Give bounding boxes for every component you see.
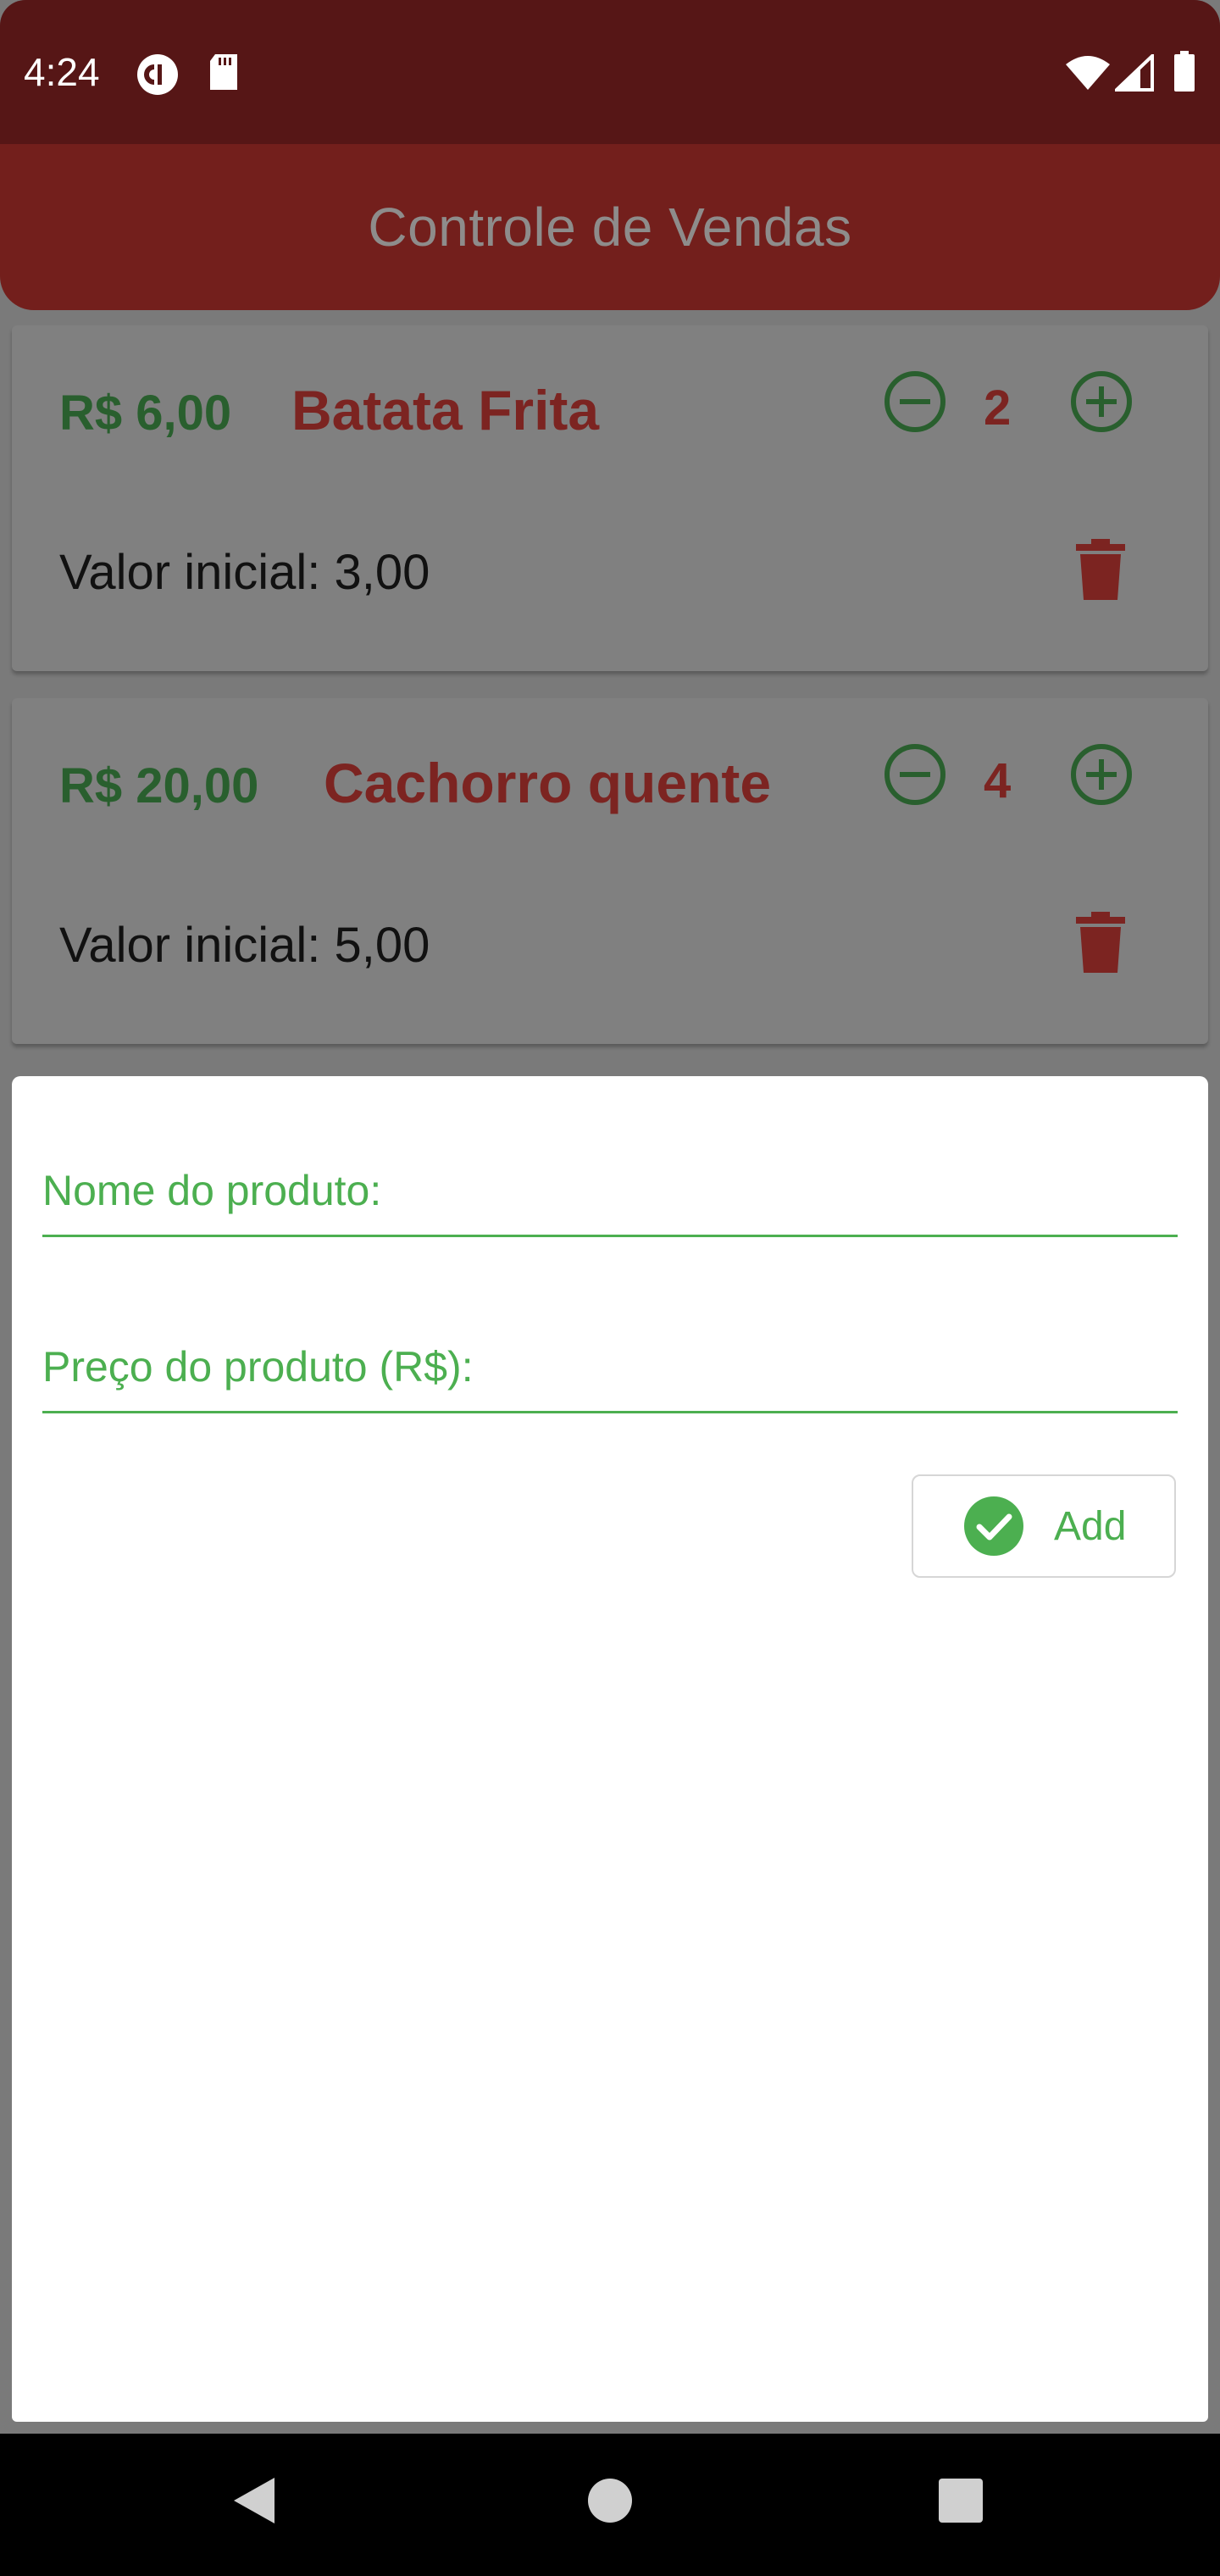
check-circle-icon xyxy=(964,1496,1023,1556)
page-title: Controle de Vendas xyxy=(368,197,852,258)
trash-icon xyxy=(1076,539,1125,600)
decrease-quantity-button[interactable] xyxy=(883,369,947,434)
product-card: R$ 20,00 Cachorro quente 4 Valor inicial… xyxy=(12,698,1208,1044)
item-name: Batata Frita xyxy=(291,379,600,441)
battery-icon xyxy=(1173,51,1196,96)
add-button-label: Add xyxy=(1054,1503,1127,1549)
sd-card-icon xyxy=(207,53,241,96)
increase-quantity-button[interactable] xyxy=(1069,742,1134,807)
item-initial-value: Valor inicial: 5,00 xyxy=(59,918,430,973)
product-price-underline xyxy=(42,1411,1178,1413)
decrease-quantity-button[interactable] xyxy=(883,742,947,807)
signal-icon xyxy=(1112,52,1154,96)
item-total-price: R$ 6,00 xyxy=(59,386,232,441)
product-price-label: Preço do produto (R$): xyxy=(42,1343,474,1391)
add-button[interactable]: Add xyxy=(912,1474,1176,1578)
recents-icon[interactable] xyxy=(937,2474,984,2531)
pocket-casts-icon xyxy=(136,53,180,101)
product-price-field[interactable]: Preço do produto (R$): xyxy=(42,1252,1178,1413)
app-bar: Controle de Vendas xyxy=(0,144,1220,310)
add-product-sheet: Nome do produto: Preço do produto (R$): … xyxy=(12,1076,1208,2422)
item-name: Cachorro quente xyxy=(324,752,772,814)
item-quantity: 4 xyxy=(984,753,1012,808)
product-name-field[interactable]: Nome do produto: xyxy=(42,1076,1178,1237)
product-card: R$ 6,00 Batata Frita 2 Valor inicial: 3,… xyxy=(12,325,1208,671)
status-bar: 4:24 xyxy=(0,0,1220,144)
product-name-underline xyxy=(42,1235,1178,1237)
navigation-bar xyxy=(0,2434,1220,2576)
wifi-icon xyxy=(1064,54,1112,96)
item-total-price: R$ 20,00 xyxy=(59,758,259,813)
status-time: 4:24 xyxy=(24,50,100,94)
item-quantity: 2 xyxy=(984,380,1012,436)
increase-quantity-button[interactable] xyxy=(1069,369,1134,434)
product-name-label: Nome do produto: xyxy=(42,1167,382,1214)
back-icon[interactable] xyxy=(230,2474,278,2531)
delete-item-button[interactable] xyxy=(1076,539,1125,600)
delete-item-button[interactable] xyxy=(1076,912,1125,973)
item-initial-value: Valor inicial: 3,00 xyxy=(59,545,430,600)
home-icon[interactable] xyxy=(586,2474,634,2531)
trash-icon xyxy=(1076,912,1125,973)
